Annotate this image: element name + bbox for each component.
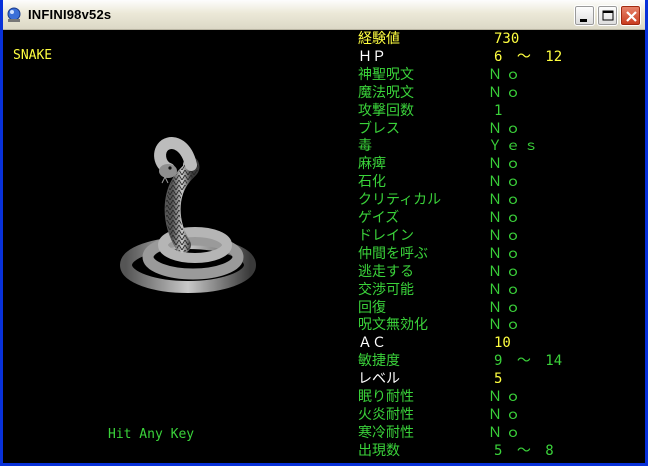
stat-value: Ｎｏ [488, 84, 524, 101]
stat-value: Ｎｏ [488, 156, 524, 173]
stat-value: Ｎｏ [488, 424, 524, 441]
stat-label: ブレス [358, 120, 400, 137]
stat-value: 5 ～ 8 [494, 442, 554, 459]
maximize-button[interactable] [597, 5, 618, 26]
stat-row: 魔法呪文 Ｎｏ [356, 84, 641, 102]
stat-value: 9 ～ 14 [494, 353, 563, 370]
game-screen[interactable]: SNAKE Hit Any Key 経験値 730 ＨＰ 6 ～ 12 神聖呪文… [3, 30, 645, 463]
close-icon [626, 11, 637, 22]
stat-row: クリティカル Ｎｏ [356, 191, 641, 209]
minimize-button[interactable] [574, 5, 595, 26]
stat-label: 魔法呪文 [358, 84, 414, 101]
stat-value: Ｎｏ [488, 192, 524, 209]
stat-value: Ｎｏ [488, 66, 524, 83]
stat-row: 敏捷度 9 ～ 14 [356, 352, 641, 370]
stat-value: Ｎｏ [488, 227, 524, 244]
stat-row: 火炎耐性 Ｎｏ [356, 406, 641, 424]
window-title: INFINI98v52s [28, 7, 112, 22]
stat-label: 攻撃回数 [358, 102, 414, 119]
maximize-icon [602, 10, 614, 21]
stat-value: Ｎｏ [488, 299, 524, 316]
title-bar[interactable]: INFINI98v52s [3, 0, 645, 30]
stat-row: 経験値 730 [356, 30, 641, 48]
stat-value: Ｎｏ [488, 210, 524, 226]
monster-name: SNAKE [13, 48, 53, 63]
stat-label: クリティカル [358, 192, 442, 209]
stat-row: ＨＰ 6 ～ 12 [356, 48, 641, 66]
stat-value: Ｎｏ [488, 245, 524, 262]
stat-row: ＡＣ 10 [356, 334, 641, 352]
stat-row: 神聖呪文 Ｎｏ [356, 66, 641, 84]
stat-label: 麻痺 [358, 156, 386, 173]
stat-value: Ｎｏ [488, 174, 524, 191]
stat-row: 逃走する Ｎｏ [356, 263, 641, 281]
stat-label: 寒冷耐性 [358, 424, 414, 441]
stat-row: 毒 Ｙｅｓ [356, 137, 641, 155]
stat-row: 寒冷耐性 Ｎｏ [356, 424, 641, 442]
stat-value: Ｎｏ [488, 120, 524, 137]
stat-label: ＡＣ [358, 335, 386, 352]
stat-row: レベル 5 [356, 370, 641, 388]
app-window: INFINI98v52s SNAKE Hit Any Key 経験値 730 Ｈ… [0, 0, 648, 466]
stat-row: 回復 Ｎｏ [356, 299, 641, 317]
stat-label: 神聖呪文 [358, 66, 414, 83]
stat-value: 1 [494, 102, 503, 119]
stat-label: 経験値 [358, 31, 400, 47]
stat-value: 5 [494, 371, 503, 388]
stat-label: 仲間を呼ぶ [358, 245, 428, 262]
stat-label: ＨＰ [358, 48, 386, 65]
stat-row: 石化 Ｎｏ [356, 173, 641, 191]
stat-value: Ｎｏ [488, 263, 524, 280]
stat-value: Ｎｏ [488, 406, 524, 423]
stat-label: レベル [358, 371, 400, 388]
stat-label: 呪文無効化 [358, 317, 428, 334]
minimize-icon [580, 19, 587, 22]
stat-label: 出現数 [358, 442, 400, 459]
stat-value: Ｎｏ [488, 317, 524, 334]
hit-any-key-prompt: Hit Any Key [108, 427, 195, 442]
close-button[interactable] [620, 5, 641, 26]
stat-label: 回復 [358, 299, 386, 316]
stat-label: ドレイン [358, 227, 414, 244]
stat-row: 呪文無効化 Ｎｏ [356, 316, 641, 334]
stat-label: 石化 [358, 174, 386, 191]
stat-value: Ｎｏ [488, 389, 524, 405]
stat-row: 攻撃回数 1 [356, 102, 641, 120]
stat-row: 出現数 5 ～ 8 [356, 442, 641, 460]
app-icon[interactable] [6, 7, 22, 23]
stat-row: 仲間を呼ぶ Ｎｏ [356, 245, 641, 263]
stat-row: 麻痺 Ｎｏ [356, 155, 641, 173]
stat-label: 敏捷度 [358, 353, 400, 370]
stat-row: ブレス Ｎｏ [356, 120, 641, 138]
stat-row: 交渉可能 Ｎｏ [356, 281, 641, 299]
snake-icon [120, 137, 256, 293]
stat-label: 眠り耐性 [358, 389, 414, 405]
stat-value: Ｙｅｓ [488, 138, 542, 155]
stat-row: ゲイズ Ｎｏ [356, 209, 641, 227]
stat-row: ドレイン Ｎｏ [356, 227, 641, 245]
stat-value: 10 [494, 335, 511, 352]
stat-label: 毒 [358, 138, 372, 155]
stat-label: 火炎耐性 [358, 406, 414, 423]
stat-label: 逃走する [358, 263, 414, 280]
stat-row: 眠り耐性 Ｎｏ [356, 388, 641, 406]
stat-value: 6 ～ 12 [494, 48, 563, 65]
stat-value: Ｎｏ [488, 281, 524, 298]
stat-value: 730 [494, 31, 520, 47]
stat-label: 交渉可能 [358, 281, 414, 298]
stat-label: ゲイズ [358, 210, 400, 226]
